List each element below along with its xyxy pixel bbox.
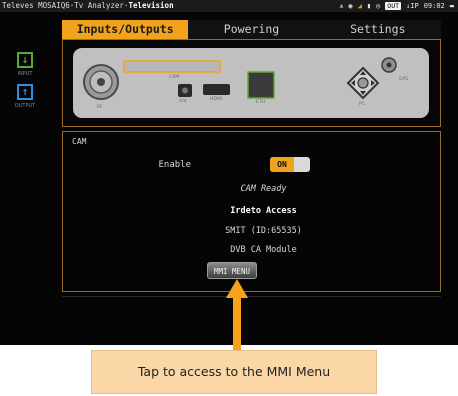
callout-box: Tap to access to the MMI Menu <box>91 350 377 394</box>
callout-text: Tap to access to the MMI Menu <box>137 364 331 379</box>
callout-arrow-icon <box>226 279 248 350</box>
